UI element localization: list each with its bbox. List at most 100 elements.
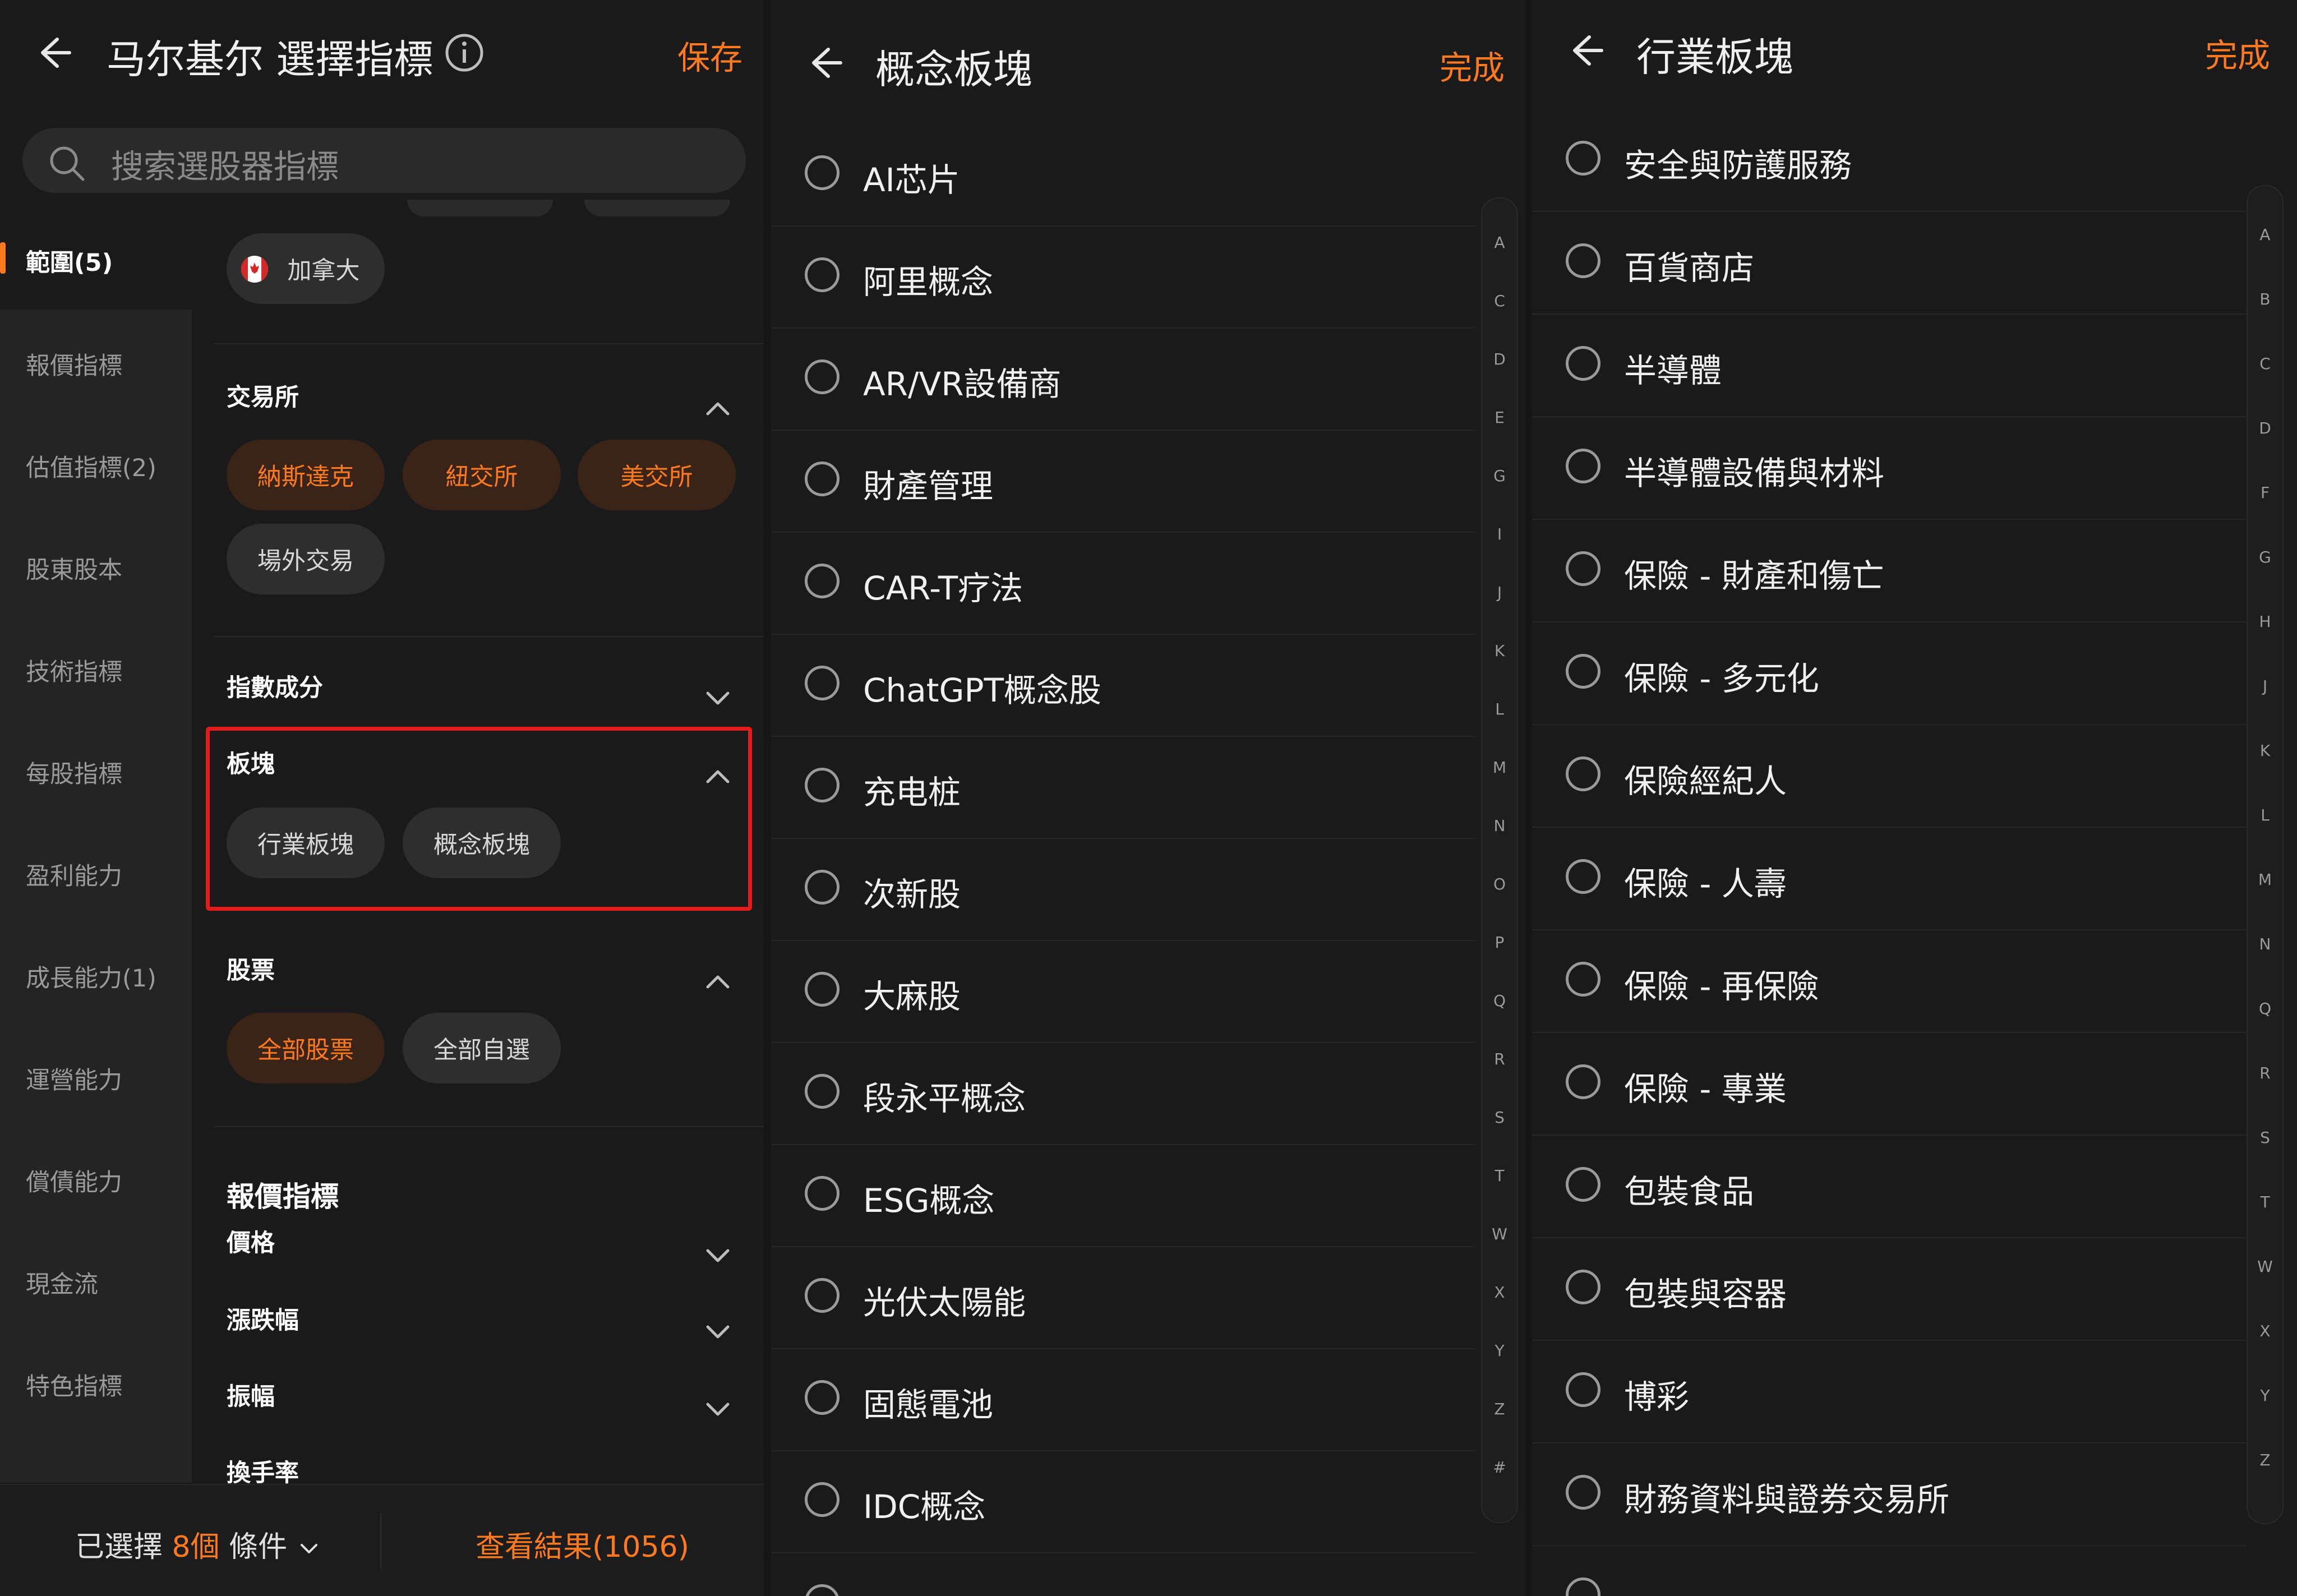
list-item[interactable]: 保險 - 多元化 [1532,622,2247,725]
list-item[interactable]: 保險 - 人壽 [1532,827,2247,930]
list-item[interactable]: 包裝與容器 [1532,1238,2247,1341]
search-input[interactable]: 搜索選股器指標 [22,128,746,193]
country-chip-canada[interactable]: 加拿大 [227,233,385,304]
index-letter[interactable]: H [2248,612,2282,631]
index-letter[interactable]: A [1482,233,1517,252]
list-item[interactable]: AR/VR設備商 [771,327,1475,431]
radio-empty-icon[interactable] [805,1278,840,1313]
index-letter[interactable]: T [2248,1193,2282,1211]
sidebar-item-technical[interactable]: 技術指標 [26,653,122,688]
index-letter[interactable]: B [2248,290,2282,308]
list-item[interactable]: 保險 - 再保險 [1532,930,2247,1033]
list-item[interactable]: 大麻股 [771,940,1475,1043]
list-item[interactable]: 光伏太陽能 [771,1246,1475,1349]
chevron-down-icon[interactable] [705,1402,730,1418]
index-letter[interactable]: C [2248,354,2282,373]
index-letter[interactable]: Q [1482,991,1517,1010]
list-item[interactable]: 百貨商店 [1532,211,2247,315]
radio-empty-icon[interactable] [1566,141,1600,176]
save-button[interactable]: 保存 [677,31,742,79]
sidebar-item-cashflow[interactable]: 現金流 [26,1265,98,1300]
list-item[interactable]: 保險經紀人 [1532,725,2247,828]
back-arrow-icon[interactable] [31,30,76,75]
list-item[interactable]: 半導體設備與材料 [1532,417,2247,520]
radio-empty-icon[interactable] [805,666,840,700]
index-letter[interactable]: R [1482,1050,1517,1068]
radio-empty-icon[interactable] [1566,757,1600,791]
radio-empty-icon[interactable] [1566,1475,1600,1510]
index-letter[interactable]: T [1482,1166,1517,1185]
list-item[interactable]: ESG概念 [771,1144,1475,1247]
index-letter[interactable]: E [1482,408,1517,427]
index-letter[interactable]: M [1482,758,1517,777]
index-letter[interactable]: X [1482,1283,1517,1302]
list-item[interactable]: 半導體 [1532,314,2247,417]
index-letter[interactable]: Y [1482,1341,1517,1360]
sidebar-item-solvency[interactable]: 償債能力 [26,1163,122,1198]
list-item[interactable]: 財務資料與證券交易所 [1532,1443,2247,1546]
index-letter[interactable]: W [2248,1257,2282,1276]
index-letter[interactable]: X [2248,1322,2282,1340]
selected-conditions[interactable]: 已選擇 8個 條件 [75,1523,318,1565]
index-letter[interactable]: K [1482,642,1517,660]
radio-empty-icon[interactable] [805,462,840,496]
index-letter[interactable]: # [1482,1458,1517,1477]
chip-otc[interactable]: 場外交易 [227,524,385,594]
index-letter[interactable]: Y [2248,1386,2282,1405]
index-letter[interactable]: Z [2248,1451,2282,1469]
list-item[interactable]: 博彩 [1532,1340,2247,1443]
list-item[interactable]: 財產管理 [771,430,1475,533]
list-item[interactable]: 次新股 [771,838,1475,941]
sidebar-item-growth[interactable]: 成長能力(1) [26,959,156,994]
item-change-pct[interactable]: 漲跌幅 [227,1301,299,1336]
index-letter[interactable]: M [2248,870,2282,889]
view-results-button[interactable]: 查看結果(1056) [476,1523,689,1565]
radio-empty-icon[interactable] [1566,1064,1600,1099]
index-letter[interactable]: S [1482,1108,1517,1127]
list-item[interactable]: 保險 - 財產和傷亡 [1532,519,2247,622]
alphabet-index[interactable]: A B C D F G H J K L M N Q R S T W X Y Z [2247,185,2284,1524]
radio-empty-icon[interactable] [805,1482,840,1517]
chip-all-watchlist[interactable]: 全部自選 [403,1013,561,1083]
index-letter[interactable]: R [2248,1064,2282,1082]
index-letter[interactable]: Z [1482,1400,1517,1418]
list-item[interactable]: CAR-T疗法 [771,532,1475,635]
list-item[interactable]: 保險 - 專業 [1532,1032,2247,1136]
index-letter[interactable]: P [1482,933,1517,952]
radio-empty-icon[interactable] [805,257,840,292]
sidebar-item-range[interactable]: 範圍(5) [26,243,113,278]
chevron-down-icon[interactable] [705,1248,730,1264]
chip-amex[interactable]: 美交所 [578,440,736,510]
item-turnover[interactable]: 換手率 [227,1454,299,1488]
list-item[interactable]: 安全與防護服務 [1532,109,2247,212]
radio-empty-icon[interactable] [805,870,840,905]
done-button[interactable]: 完成 [2205,29,2270,76]
index-letter[interactable]: S [2248,1128,2282,1147]
radio-empty-icon[interactable] [805,768,840,802]
radio-empty-icon[interactable] [1566,1167,1600,1202]
index-letter[interactable]: L [1482,700,1517,718]
radio-empty-icon[interactable] [805,1380,840,1415]
radio-empty-icon[interactable] [1566,346,1600,381]
sidebar-item-per-share[interactable]: 每股指標 [26,755,122,790]
radio-empty-icon[interactable] [1566,962,1600,997]
list-item[interactable]: IDC概念 [771,1450,1475,1553]
radio-empty-icon[interactable] [805,972,840,1007]
index-letter[interactable]: F [2248,483,2282,502]
index-letter[interactable]: D [2248,419,2282,437]
index-letter[interactable]: N [2248,935,2282,953]
index-letter[interactable]: K [2248,741,2282,760]
radio-empty-icon[interactable] [805,1584,840,1596]
index-letter[interactable]: J [1482,583,1517,602]
index-letter[interactable]: L [2248,806,2282,824]
index-letter[interactable]: J [2248,677,2282,695]
chevron-down-icon[interactable] [705,691,730,707]
sidebar-item-valuation[interactable]: 估值指標(2) [26,449,156,483]
radio-empty-icon[interactable] [805,1074,840,1109]
info-icon[interactable] [444,33,485,73]
list-item[interactable]: 充电桩 [771,736,1475,839]
index-letter[interactable]: O [1482,875,1517,893]
sidebar-item-special[interactable]: 特色指標 [26,1367,122,1402]
radio-empty-icon[interactable] [805,155,840,190]
chip-all-stocks[interactable]: 全部股票 [227,1013,385,1083]
